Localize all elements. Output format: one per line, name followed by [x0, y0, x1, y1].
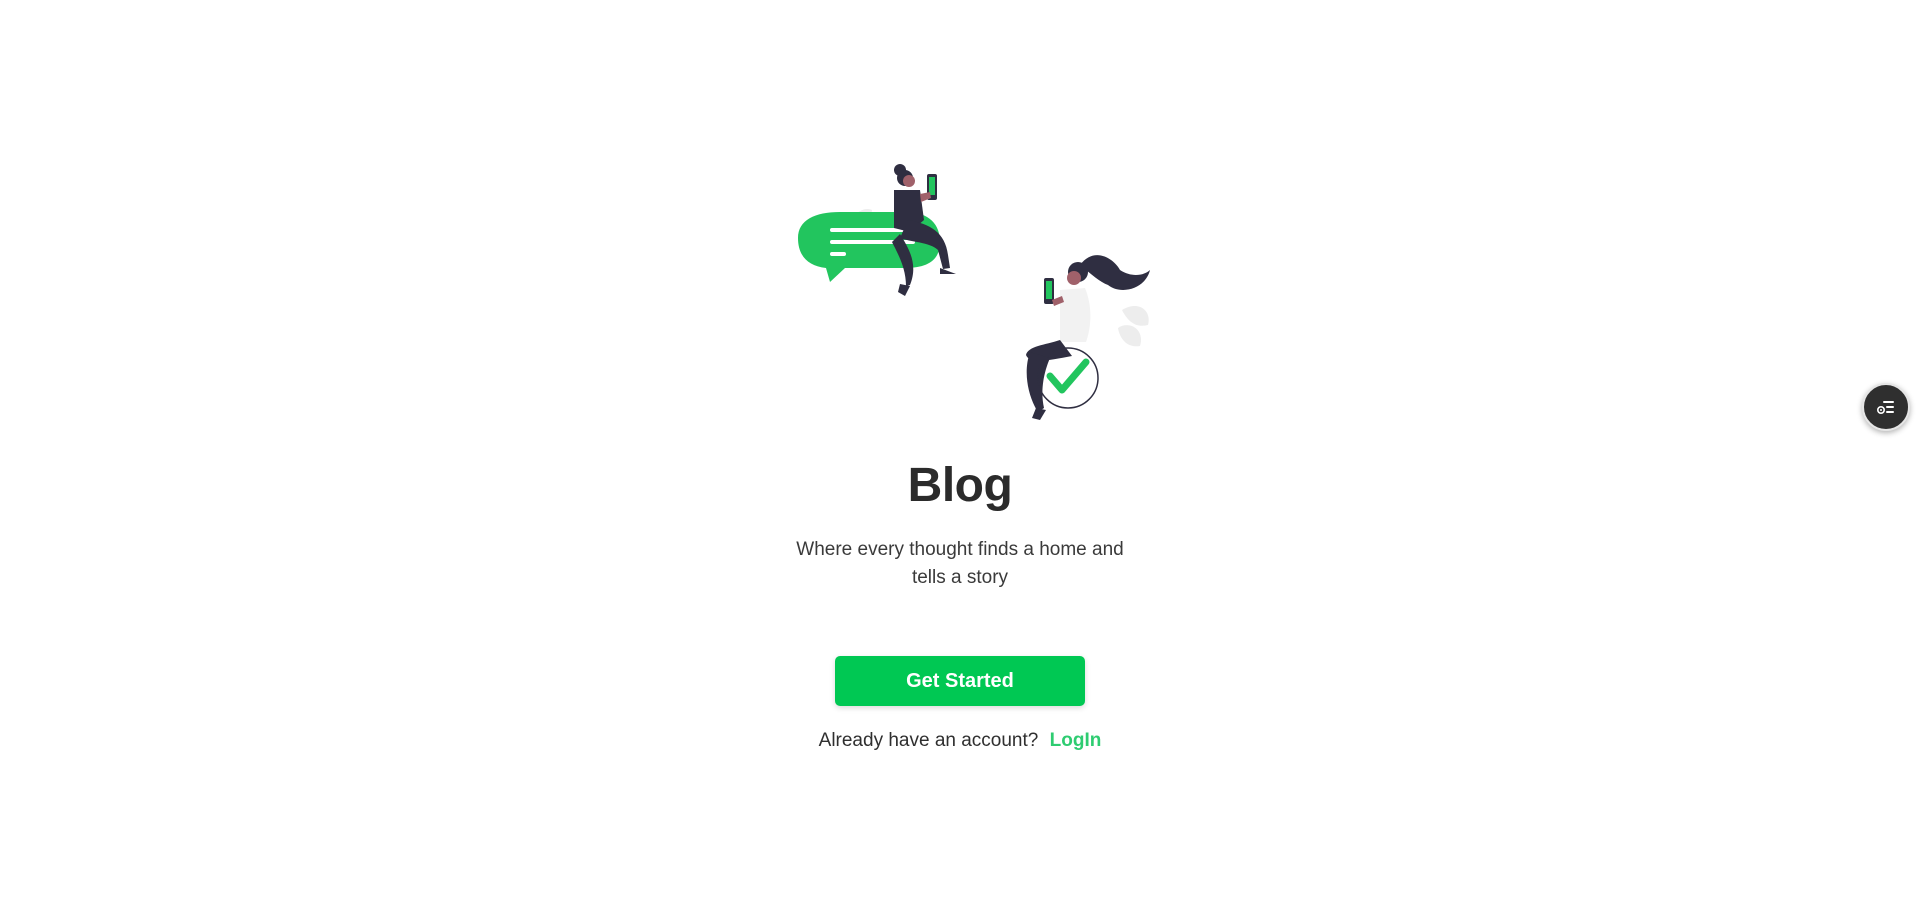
login-prompt-row: Already have an account? LogIn	[819, 730, 1102, 752]
hero-section: Blog Where every thought finds a home an…	[0, 0, 1920, 752]
people-chatting-illustration	[798, 164, 1150, 420]
page-title: Blog	[907, 459, 1013, 512]
list-settings-icon	[1876, 401, 1894, 415]
login-prompt-text: Already have an account?	[818, 730, 1039, 751]
get-started-button[interactable]: Get Started	[835, 656, 1085, 706]
page-subtitle: Where every thought finds a home and tel…	[796, 539, 1124, 588]
leaf-decoration-right	[1118, 305, 1149, 347]
check-circle-icon	[1037, 347, 1099, 409]
floating-settings-button[interactable]	[1862, 383, 1910, 431]
login-link[interactable]: LogIn	[1050, 730, 1102, 751]
landing-page: Blog Where every thought finds a home an…	[0, 0, 1920, 922]
